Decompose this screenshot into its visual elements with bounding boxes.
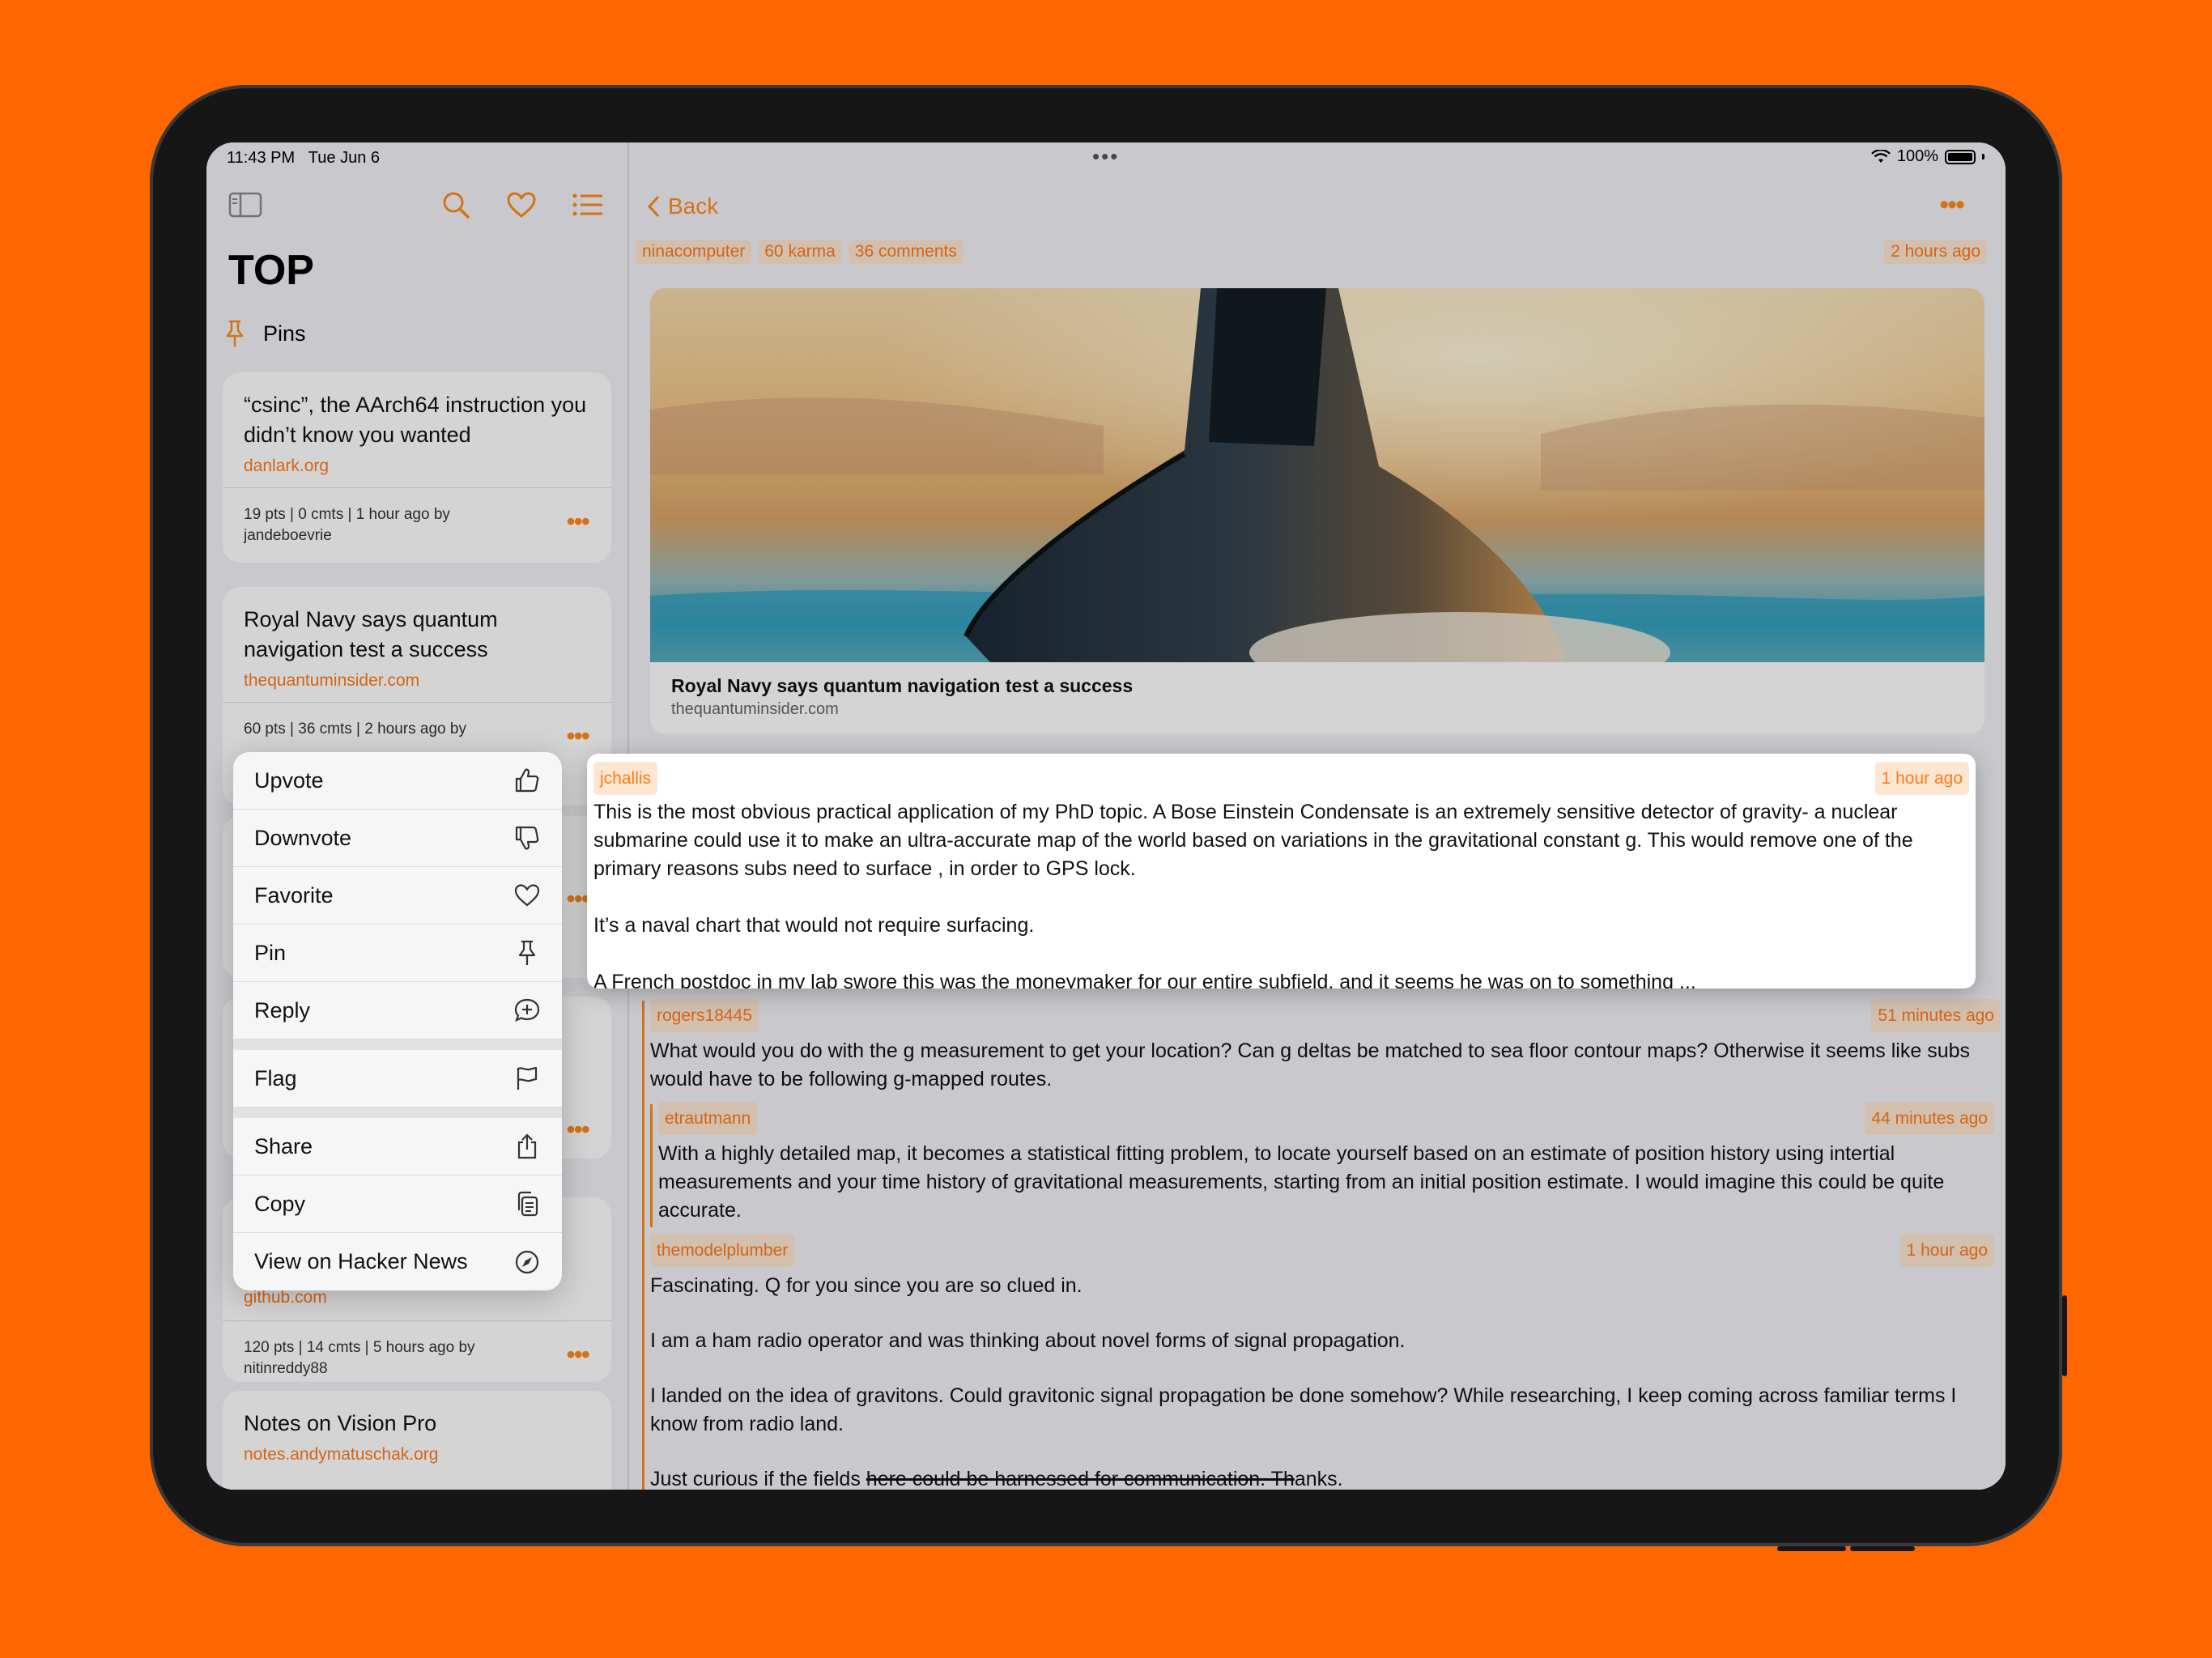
comment-text: What would you do with the g measurement… [650, 1039, 1971, 1090]
compass-icon [515, 1250, 539, 1273]
thread-line [642, 1001, 644, 1490]
menu-item-share[interactable]: Share [233, 1118, 562, 1175]
comment[interactable]: rogers18445 51 minutes ago What would yo… [650, 999, 2001, 1094]
comment-text: A French postdoc in my lab swore this wa… [593, 971, 1696, 988]
heart-icon [514, 884, 540, 907]
comment-time: 1 hour ago [1874, 762, 1969, 795]
author-tag[interactable]: ninacomputer [636, 240, 752, 264]
screen: 11:43 PM Tue Jun 6 ••• 100% TOP Pins “cs… [206, 142, 2006, 1490]
thread-line [650, 1104, 653, 1227]
more-icon[interactable]: ••• [566, 1115, 590, 1145]
comment-text: Just curious if the fields here could be… [650, 1468, 1343, 1490]
list-icon[interactable] [570, 187, 606, 223]
story-preview[interactable]: Royal Navy says quantum navigation test … [650, 288, 1984, 733]
story-domain: notes.andymatuschak.org [244, 1445, 439, 1464]
story-card[interactable]: Notes on Vision Pro notes.andymatuschak.… [223, 1391, 611, 1490]
menu-item-upvote[interactable]: Upvote [233, 752, 562, 810]
comment-text: This is the most obvious practical appli… [593, 801, 1913, 880]
story-title: “csinc”, the AArch64 instruction you did… [244, 393, 587, 447]
sidebar-toggle-icon[interactable] [228, 187, 263, 223]
story-meta: 120 pts | 14 cmts | 5 hours ago by nitin… [223, 1320, 611, 1382]
comment[interactable]: etrautmann 44 minutes ago With a highly … [658, 1102, 1994, 1225]
context-menu: Upvote Downvote Favorite Pin Reply Flag … [233, 752, 562, 1290]
pin-icon [226, 320, 244, 346]
battery-icon [1945, 149, 1976, 164]
page-title: TOP [228, 247, 314, 294]
status-bar: 11:43 PM Tue Jun 6 ••• 100% [206, 142, 2006, 175]
story-domain: danlark.org [244, 457, 330, 475]
comment-time: 1 hour ago [1899, 1234, 1994, 1267]
focused-comment[interactable]: jchallis 1 hour ago This is the most obv… [587, 754, 1976, 988]
menu-item-favorite[interactable]: Favorite [233, 867, 562, 925]
status-right: 100% [1870, 147, 1984, 166]
comment-time: 44 minutes ago [1865, 1102, 1994, 1135]
comment-text: With a highly detailed map, it becomes a… [658, 1142, 1945, 1222]
comments-tag: 36 comments [848, 240, 963, 264]
comment[interactable]: themodelplumber 1 hour ago Fascinating. … [650, 1234, 1994, 1490]
story-domain: thequantuminsider.com [244, 671, 420, 690]
comment-author[interactable]: themodelplumber [650, 1234, 795, 1267]
search-icon[interactable] [438, 187, 474, 223]
thumbs-up-icon [515, 768, 539, 793]
comment-time: 51 minutes ago [1871, 999, 2001, 1032]
karma-tag: 60 karma [758, 240, 842, 264]
story-meta: 19 pts | 0 cmts | 1 hour ago by jandeboe… [223, 487, 611, 563]
comment-author[interactable]: jchallis [593, 762, 658, 795]
comment-text: It’s a naval chart that would not requir… [593, 914, 1035, 937]
back-label: Back [668, 193, 719, 219]
menu-item-view-on-hacker-news[interactable]: View on Hacker News [233, 1233, 562, 1290]
pins-label: Pins [263, 321, 306, 346]
menu-item-copy[interactable]: Copy [233, 1175, 562, 1233]
posted-time-tag: 2 hours ago [1884, 240, 1987, 264]
story-image [650, 288, 1984, 662]
flag-icon [517, 1066, 538, 1090]
menu-item-pin[interactable]: Pin [233, 925, 562, 982]
comment-author[interactable]: etrautmann [658, 1102, 758, 1135]
multitask-dots[interactable]: ••• [1092, 144, 1119, 169]
wifi-icon [1870, 149, 1891, 163]
comment-text: I am a ham radio operator and was thinki… [650, 1329, 1406, 1352]
thumbs-down-icon [515, 826, 539, 850]
story-title: Royal Navy says quantum navigation test … [671, 675, 1134, 696]
more-icon[interactable]: ••• [566, 884, 590, 914]
menu-item-reply[interactable]: Reply [233, 982, 562, 1039]
comment-text: Fascinating. Q for you since you are so … [650, 1274, 1083, 1297]
story-domain: thequantuminsider.com [671, 700, 839, 718]
top-button-2 [1850, 1546, 1915, 1551]
copy-icon [517, 1191, 538, 1217]
story-meta: 60 pts | 36 cmts | 2 hours ago by ••• [223, 702, 611, 756]
story-card[interactable]: “csinc”, the AArch64 instruction you did… [223, 372, 611, 563]
pins-row[interactable]: Pins [223, 319, 306, 348]
menu-separator [233, 1107, 562, 1118]
menu-separator [233, 1039, 562, 1050]
status-time: 11:43 PM Tue Jun 6 [227, 149, 380, 167]
battery-percent: 100% [1896, 147, 1938, 165]
chevron-left-icon [647, 195, 660, 218]
pin-icon [518, 940, 536, 965]
story-title: Royal Navy says quantum navigation test … [244, 607, 498, 661]
comment-text: I landed on the idea of gravitons. Could… [650, 1384, 1957, 1435]
story-title: Notes on Vision Pro [244, 1411, 437, 1435]
volume-button [2062, 1295, 2067, 1376]
comment-author[interactable]: rogers18445 [650, 999, 759, 1032]
more-options-icon[interactable]: ••• [1939, 189, 1965, 221]
share-icon [517, 1133, 537, 1159]
top-button [1777, 1546, 1846, 1551]
more-icon[interactable]: ••• [566, 723, 590, 749]
back-button[interactable]: Back [647, 193, 718, 219]
more-icon[interactable]: ••• [566, 1341, 590, 1367]
menu-item-flag[interactable]: Flag [233, 1050, 562, 1107]
more-icon[interactable]: ••• [566, 508, 590, 534]
story-domain: github.com [244, 1288, 327, 1307]
heart-icon[interactable] [504, 187, 539, 223]
story-tags: ninacomputer 60 karma 36 comments [636, 240, 970, 264]
reply-bubble-icon [514, 998, 540, 1022]
menu-item-downvote[interactable]: Downvote [233, 810, 562, 867]
